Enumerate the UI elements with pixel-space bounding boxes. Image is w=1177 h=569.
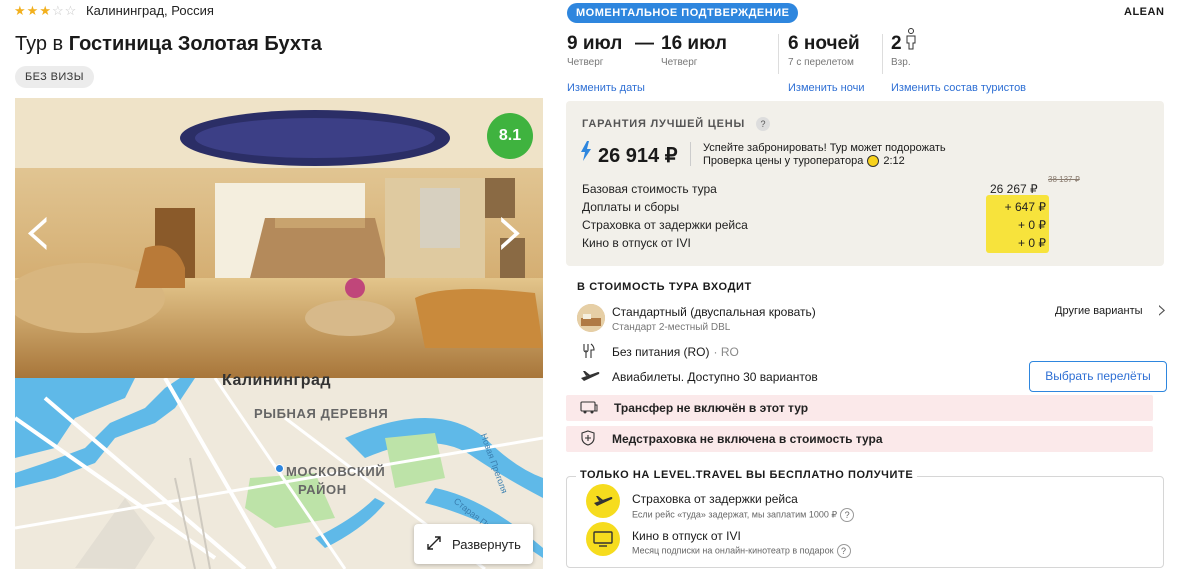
bonus-title: Кино в отпуск от IVI <box>632 529 741 543</box>
help-icon[interactable]: ? <box>756 117 770 131</box>
meal-row: Без питания (RO) · RO <box>612 345 739 359</box>
meal-icon <box>581 343 597 364</box>
divider <box>778 34 779 74</box>
star-empty-icon: ☆ <box>51 3 64 18</box>
room-name: Стандартный (двуспальная кровать) <box>612 305 816 319</box>
chevron-right-icon: › <box>495 183 527 276</box>
bonus-desc-text: Месяц подписки на онлайн-кинотеатр в под… <box>632 545 834 556</box>
other-variants-link[interactable]: Другие варианты <box>1055 305 1143 317</box>
tourists-count: 2 <box>891 33 902 54</box>
change-tourists-link[interactable]: Изменить состав туристов <box>891 82 1026 94</box>
map-label-district: РАЙОН <box>298 482 347 497</box>
help-icon[interactable]: ? <box>836 544 851 558</box>
meal-code: · RO <box>713 345 739 359</box>
timer-icon <box>867 155 880 167</box>
insurance-text: Медстраховка не включена в стоимость тур… <box>612 432 883 446</box>
help-icon[interactable]: ? <box>840 508 855 522</box>
star-empty-icon: ☆ <box>64 3 77 18</box>
room-thumbnail[interactable] <box>577 304 605 332</box>
tv-coin-icon <box>586 522 620 556</box>
insurance-warning: Медстраховка не включена в стоимость тур… <box>566 426 1153 452</box>
map-label-city: Калининград <box>222 372 332 389</box>
expand-map-label: Развернуть <box>452 536 521 552</box>
chevron-right-icon[interactable]: › <box>1157 295 1167 325</box>
price-check: Проверка цены у туроператора 2:12 <box>703 155 905 167</box>
hurry-text: Успейте забронировать! Тур может подорож… <box>703 142 946 154</box>
date-dash: — <box>635 33 654 54</box>
visa-badge: БЕЗ ВИЗЫ <box>15 66 94 88</box>
lobby-image <box>15 98 543 378</box>
old-price: 38 137 ₽ <box>1048 175 1080 184</box>
next-photo-button[interactable]: › <box>495 180 527 290</box>
price-guarantee-title: ГАРАНТИЯ ЛУЧШЕЙ ЦЕНЫ <box>582 118 746 130</box>
transfer-warning: Трансфер не включён в этот тур <box>566 395 1153 421</box>
tour-operator: ALEAN <box>1124 6 1165 18</box>
choose-flights-button[interactable]: Выбрать перелёты <box>1029 361 1167 392</box>
plane-icon <box>580 369 600 388</box>
adult-icon <box>905 28 917 55</box>
shield-icon <box>580 429 596 449</box>
nights-note: 7 с перелетом <box>788 57 854 68</box>
flights-text: Авиабилеты. Доступно 30 вариантов <box>612 370 818 384</box>
divider <box>882 34 883 74</box>
date-to-weekday: Четверг <box>661 57 698 68</box>
map-label-district: РЫБНАЯ ДЕРЕВНЯ <box>254 406 389 421</box>
expand-icon <box>426 535 442 554</box>
hotel-name: Гостиница Золотая Бухта <box>68 33 322 55</box>
total-price: 26 914 ₽ <box>598 145 678 167</box>
hotel-location: Калининград, Россия <box>86 3 214 18</box>
prev-photo-button[interactable]: ‹ <box>22 180 54 290</box>
lightning-icon <box>580 141 592 166</box>
room-subtitle: Стандарт 2-местный DBL <box>612 322 731 333</box>
date-to: 16 июл <box>661 33 727 54</box>
price-line-value: + 0 ₽ <box>1018 218 1046 232</box>
star-icon: ★ <box>14 3 26 18</box>
timer-value: 2:12 <box>883 155 905 167</box>
hotel-pin-icon[interactable] <box>275 464 284 473</box>
price-line-label: Доплаты и сборы <box>582 200 680 214</box>
bonus-title: Страховка от задержки рейса <box>632 492 798 506</box>
title-prefix: Тур в <box>15 33 69 55</box>
expand-map-button[interactable]: Развернуть <box>414 524 533 564</box>
price-line-value: 26 267 ₽ <box>990 182 1038 196</box>
tourists-note: Взр. <box>891 57 911 68</box>
page-title: Тур в Гостиница Золотая Бухта <box>15 33 322 56</box>
meal-name: Без питания (RO) <box>612 345 710 359</box>
divider <box>690 142 691 166</box>
bonus-desc: Месяц подписки на онлайн-кинотеатр в под… <box>632 544 851 558</box>
bonus-heading: ТОЛЬКО НА LEVEL.TRAVEL ВЫ БЕСПЛАТНО ПОЛУ… <box>576 469 918 481</box>
price-line-label: Базовая стоимость тура <box>582 182 717 196</box>
chevron-left-icon: ‹ <box>22 183 54 276</box>
nights-count: 6 ночей <box>788 33 860 54</box>
price-line-value: + 647 ₽ <box>1004 200 1046 214</box>
date-from: 9 июл <box>567 33 623 54</box>
bonus-desc: Если рейс «туда» задержат, мы заплатим 1… <box>632 508 855 522</box>
price-line-label: Страховка от задержки рейса <box>582 218 748 232</box>
date-from-weekday: Четверг <box>567 57 604 68</box>
change-dates-link[interactable]: Изменить даты <box>567 82 645 94</box>
price-line-value: + 0 ₽ <box>1018 236 1046 250</box>
price-check-text: Проверка цены у туроператора <box>703 155 864 167</box>
bonus-desc-text: Если рейс «туда» задержат, мы заплатим 1… <box>632 509 838 520</box>
instant-confirmation-badge: МОМЕНТАЛЬНОЕ ПОДТВЕРЖДЕНИЕ <box>567 3 799 23</box>
star-icon: ★ <box>26 3 39 18</box>
includes-heading: В СТОИМОСТЬ ТУРА ВХОДИТ <box>577 281 752 293</box>
hotel-photo[interactable] <box>15 98 543 378</box>
hotel-stars: ★ ★ ★ ☆ ☆ <box>14 4 76 18</box>
price-line-label: Кино в отпуск от IVI <box>582 236 691 250</box>
map-label-district: МОСКОВСКИЙ <box>286 464 386 479</box>
transfer-text: Трансфер не включён в этот тур <box>614 401 809 415</box>
star-icon: ★ <box>39 3 51 18</box>
rating-badge: 8.1 <box>487 113 533 159</box>
bus-icon <box>580 400 598 417</box>
change-nights-link[interactable]: Изменить ночи <box>788 82 865 94</box>
plane-coin-icon <box>586 484 620 518</box>
